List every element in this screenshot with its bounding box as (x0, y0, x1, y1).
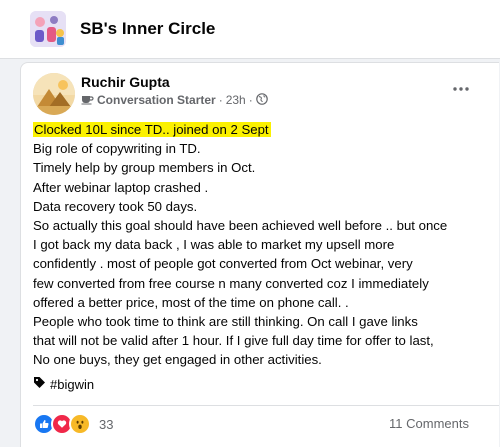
meta-separator: · (248, 93, 253, 107)
post-line: offered a better price, most of the time… (33, 294, 349, 310)
post-line: So actually this goal should have been a… (33, 218, 448, 234)
more-horizontal-icon (453, 78, 469, 96)
post-line: confidently . most of people got convert… (33, 256, 413, 272)
post-line: I got back my data back , I was able to … (33, 237, 395, 253)
more-options-button[interactable] (449, 77, 473, 97)
coffee-cup-icon (81, 93, 94, 108)
group-header: SB's Inner Circle (0, 0, 500, 59)
author-avatar[interactable] (33, 73, 75, 115)
post-meta: Conversation Starter · 23h · (81, 92, 268, 108)
hashtag-chip[interactable]: #bigwin (33, 373, 94, 395)
post-line: People who took time to think are still … (33, 314, 418, 330)
divider (33, 405, 499, 406)
post-line: that will not be valid after 1 hour. If … (33, 333, 434, 349)
globe-icon (255, 92, 268, 108)
comments-link[interactable]: 11 Comments (389, 416, 469, 431)
post-time[interactable]: 23h (226, 93, 246, 107)
author-name[interactable]: Ruchir Gupta (81, 74, 170, 90)
post-line: No one buys, they get engaged in other a… (33, 352, 322, 368)
post-line: After webinar laptop crashed . (33, 179, 209, 195)
reaction-count: 33 (99, 416, 114, 432)
post-line: Big role of copywriting in TD. (33, 141, 201, 157)
post-line: Timely help by group members in Oct. (33, 160, 256, 176)
tag-icon (33, 376, 46, 392)
reactions-summary[interactable]: 33 (33, 413, 113, 435)
post-body: Clocked 10L since TD.. joined on 2 Sept … (33, 120, 493, 370)
group-avatar[interactable] (30, 11, 66, 47)
highlighted-line: Clocked 10L since TD.. joined on 2 Sept (33, 122, 271, 137)
wow-icon (69, 413, 91, 435)
post-line: Data recovery took 50 days. (33, 198, 198, 214)
post-card: Ruchir Gupta Conversation Starter · 23h … (20, 62, 499, 447)
meta-separator: · (218, 93, 223, 107)
hashtag-label: #bigwin (50, 376, 95, 392)
post-line: few converted from free course n many co… (33, 275, 429, 291)
group-title[interactable]: SB's Inner Circle (80, 19, 215, 39)
author-badge[interactable]: Conversation Starter (97, 93, 216, 107)
